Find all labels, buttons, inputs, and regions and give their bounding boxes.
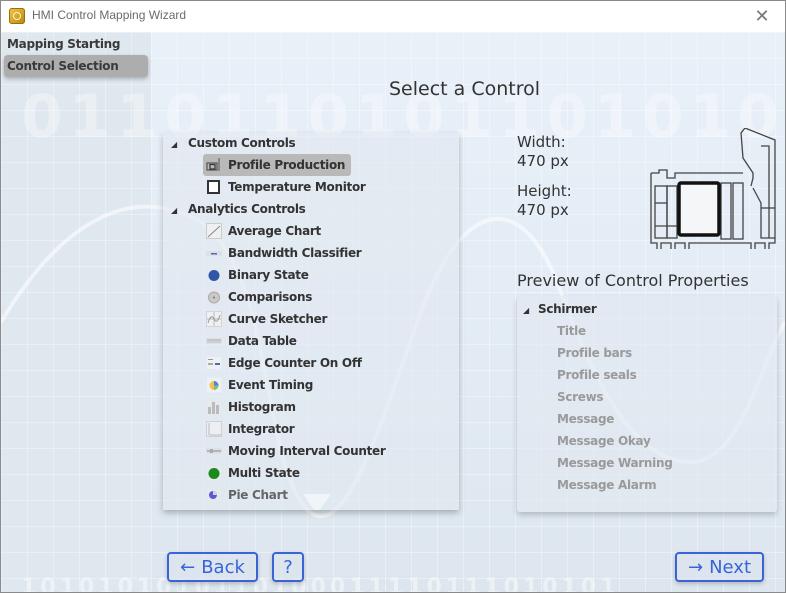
multi-state-icon <box>206 465 222 481</box>
moving-interval-counter-icon <box>206 448 222 454</box>
width-value: 470 px <box>517 152 569 170</box>
curve-sketcher-icon <box>206 311 222 327</box>
average-chart-icon <box>206 223 222 239</box>
close-icon: ✕ <box>754 6 770 27</box>
property-item: Message <box>557 412 615 426</box>
back-button[interactable]: ← Back <box>167 552 258 582</box>
tree-item-moving-interval-counter[interactable]: Moving Interval Counter <box>203 440 391 462</box>
tree-item-binary-state[interactable]: Binary State <box>203 264 315 286</box>
property-item: Profile seals <box>557 368 637 382</box>
comparisons-icon <box>206 289 222 305</box>
tree-item-comparisons[interactable]: Comparisons <box>203 286 318 308</box>
property-item: Title <box>557 324 586 338</box>
preview-title: Preview of Control Properties <box>517 271 749 290</box>
height-label: Height: <box>517 182 572 200</box>
app-icon <box>9 8 25 24</box>
width-label: Width: <box>517 133 566 151</box>
back-button-label: Back <box>201 556 245 578</box>
window-title: HMI Control Mapping Wizard <box>32 8 187 22</box>
page-title: Select a Control <box>389 78 541 100</box>
next-button[interactable]: → Next <box>675 552 764 582</box>
help-button[interactable]: ? <box>272 552 304 582</box>
wizard-window: HMI Control Mapping Wizard ✕ 01101101011… <box>0 0 786 593</box>
tree-item-average-chart[interactable]: Average Chart <box>203 220 327 242</box>
bandwidth-classifier-icon <box>206 251 222 256</box>
close-button[interactable]: ✕ <box>739 1 785 32</box>
control-tree: ◢ Custom Controls Profile Production Temp… <box>163 133 459 510</box>
tree-item-pie-chart[interactable]: Pie Chart <box>203 484 294 506</box>
profile-production-icon <box>206 158 220 171</box>
properties-root-schirmer[interactable]: ◢ Schirmer <box>523 298 597 320</box>
event-timing-icon <box>206 377 222 393</box>
next-button-label: Next <box>709 556 752 578</box>
title-bar: HMI Control Mapping Wizard ✕ <box>1 1 785 32</box>
help-icon: ? <box>283 556 293 578</box>
data-table-icon <box>206 338 222 344</box>
property-item: Message Alarm <box>557 478 657 492</box>
tree-item-multi-state[interactable]: Multi State <box>203 462 306 484</box>
scroll-down-indicator <box>303 494 331 510</box>
tree-item-integrator[interactable]: Integrator <box>203 418 300 440</box>
tree-item-profile-production[interactable]: Profile Production <box>203 154 352 176</box>
step-mapping-starting-point[interactable]: Mapping Starting Point <box>4 33 148 73</box>
tree-group-custom-controls[interactable]: ◢ Custom Controls <box>171 133 296 156</box>
integrator-icon <box>206 421 222 437</box>
binary-state-icon <box>206 267 222 283</box>
property-item: Profile bars <box>557 346 632 360</box>
arrow-right-icon: → <box>687 556 704 578</box>
tree-item-temperature-monitor[interactable]: Temperature Monitor <box>203 176 372 198</box>
tree-item-data-table[interactable]: Data Table <box>203 330 303 352</box>
wizard-content: 0110110101101010101 10101010101101000111… <box>1 32 785 592</box>
height-value: 470 px <box>517 201 569 219</box>
expand-triangle-icon[interactable]: ◢ <box>171 134 181 156</box>
arrow-left-icon: ← <box>180 556 196 578</box>
property-item: Message Okay <box>557 434 651 448</box>
edge-counter-icon <box>206 357 222 369</box>
tree-item-event-timing[interactable]: Event Timing <box>203 374 319 396</box>
tree-group-analytics-controls[interactable]: ◢ Analytics Controls <box>171 198 306 220</box>
control-preview-image <box>650 128 776 249</box>
tree-item-edge-counter-on-off[interactable]: Edge Counter On Off <box>203 352 368 374</box>
tree-item-bandwidth-classifier[interactable]: Bandwidth Classifier <box>203 242 367 264</box>
properties-tree: ◢ Schirmer Title Profile bars Profile sea… <box>517 296 777 512</box>
wizard-steps-sidebar: Mapping Starting Point Control Selection <box>1 32 151 592</box>
temperature-monitor-icon <box>207 180 220 194</box>
expand-triangle-icon[interactable]: ◢ <box>523 300 533 322</box>
property-item: Message Warning <box>557 456 673 470</box>
pie-chart-icon <box>206 489 222 501</box>
expand-triangle-icon[interactable]: ◢ <box>171 200 181 222</box>
tree-item-curve-sketcher[interactable]: Curve Sketcher <box>203 308 333 330</box>
histogram-icon <box>206 399 222 415</box>
step-control-selection[interactable]: Control Selection <box>4 55 148 77</box>
tree-item-histogram[interactable]: Histogram <box>203 396 302 418</box>
property-item: Screws <box>557 390 604 404</box>
